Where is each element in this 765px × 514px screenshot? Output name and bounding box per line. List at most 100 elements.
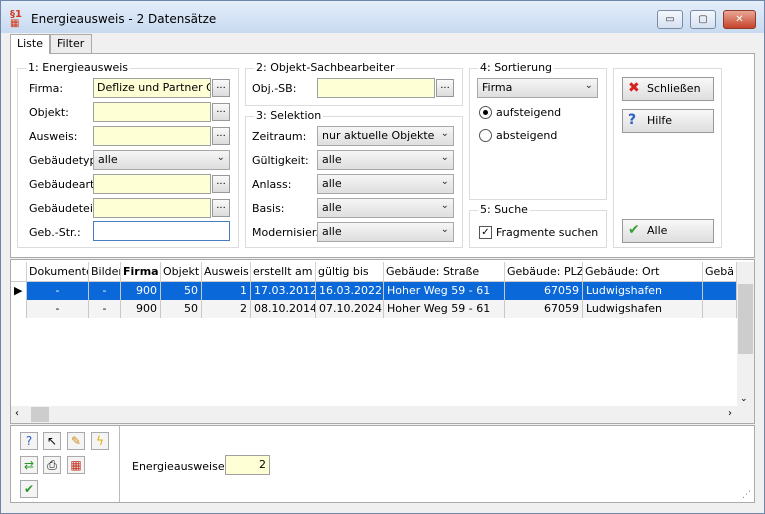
scroll-left-icon[interactable]: ‹ [15,408,19,419]
cell-objekt: 50 [161,282,202,300]
header-objekt[interactable]: Objekt [161,262,202,282]
basis-select[interactable]: alle ⌄ [317,198,454,218]
chevron-down-icon: ⌄ [216,152,225,163]
gebaeudetyp-select[interactable]: alle ⌄ [93,150,230,170]
header-erstellt-am[interactable]: erstellt am [251,262,316,282]
modernisierung-select[interactable]: alle ⌄ [317,222,454,242]
header-bilder[interactable]: Bilder [89,262,121,282]
cell-gueltig: 16.03.2022 [316,282,384,300]
label-gueltigkeit: Gültigkeit: [252,154,309,167]
help-icon[interactable]: ? [20,432,38,450]
chevron-down-icon: ⌄ [440,152,449,163]
radio-aufsteigend[interactable] [479,106,492,119]
gebaeudeteil-lookup-button[interactable]: ... [212,199,230,217]
count-label: Energieausweise: [132,460,229,473]
chevron-down-icon: ⌄ [440,200,449,211]
horizontal-scrollbar[interactable]: ‹ › [11,406,754,423]
bottom-panel: ? ↖ ✎ ϟ ⇄ ⎙ ▦ ✔ Energieausweise: 2 ⋰ [10,425,755,503]
fragmente-checkbox[interactable]: ✓ [479,226,492,239]
objekt-field[interactable] [93,102,211,122]
group-suche-legend: 5: Suche [478,203,530,216]
sortierung-value: Firma [482,81,513,94]
ausweis-field[interactable] [93,126,211,146]
resize-grip-icon[interactable]: ⋰ [742,490,751,500]
cell-erstellt: 08.10.2014 [251,300,316,318]
cell-ausweis: 2 [202,300,251,318]
gueltigkeit-select[interactable]: alle ⌄ [317,150,454,170]
hilfe-button[interactable]: ? Hilfe [622,109,714,133]
firma-field[interactable]: Deflize und Partner Gml [93,78,211,98]
header-gueltig-bis[interactable]: gültig bis [316,262,384,282]
table-row[interactable]: ▶ - - 900 50 1 17.03.2012 16.03.2022 Hoh… [11,282,737,300]
row-pointer-icon: ▶ [11,282,27,300]
cell-bilder: - [89,300,121,318]
check-icon[interactable]: ✔ [20,480,38,498]
cell-more [703,282,737,300]
schliessen-button[interactable]: ✖ Schließen [622,77,714,101]
radio-absteigend[interactable] [479,129,492,142]
header-ort[interactable]: Gebäude: Ort [583,262,703,282]
tab-filter[interactable]: Filter [50,34,92,53]
header-strasse[interactable]: Gebäude: Straße [384,262,505,282]
tab-liste[interactable]: Liste [10,34,50,54]
table-row[interactable]: - - 900 50 2 08.10.2014 07.10.2024 Hoher… [11,300,737,318]
gebaeudeteil-field[interactable] [93,198,211,218]
chevron-down-icon: ⌄ [440,128,449,139]
cell-plz: 67059 [505,300,583,318]
firma-lookup-button[interactable]: ... [212,79,230,97]
objekt-lookup-button[interactable]: ... [212,103,230,121]
header-plz[interactable]: Gebäude: PLZ [505,262,583,282]
label-modernisierung: Modernisier.: [252,226,323,239]
count-field: 2 [225,455,270,475]
pointer-icon[interactable]: ↖ [43,432,61,450]
label-gebstr: Geb.-Str.: [29,226,81,239]
scroll-down-icon[interactable]: ⌄ [740,394,748,404]
hilfe-label: Hilfe [647,114,673,127]
obj-sb-lookup-button[interactable]: ... [436,79,454,97]
gebstr-input[interactable] [93,221,230,241]
ausweis-lookup-button[interactable]: ... [212,127,230,145]
vertical-scroll-thumb[interactable] [738,284,753,354]
header-dokumente[interactable]: Dokumente [27,262,89,282]
cell-strasse: Hoher Weg 59 - 61 [384,282,505,300]
cell-dokumente: - [27,300,89,318]
obj-sb-field[interactable] [317,78,435,98]
gebaeudeart-field[interactable] [93,174,211,194]
anlass-value: alle [322,177,342,190]
app-icon: §1 ▦ [10,9,22,29]
lightning-icon[interactable]: ϟ [91,432,109,450]
pencil-icon[interactable]: ✎ [67,432,85,450]
label-gebaeudeart: Gebäudeart: [29,178,99,191]
scroll-right-icon[interactable]: › [728,408,732,419]
gueltigkeit-value: alle [322,153,342,166]
label-absteigend: absteigend [496,129,558,142]
filter-panel: 1: Energieausweis Firma: Deflize und Par… [10,53,755,258]
label-ausweis: Ausweis: [29,130,78,143]
basis-value: alle [322,201,342,214]
gebaeudetyp-value: alle [98,153,118,166]
alle-button[interactable]: ✔ Alle [622,219,714,243]
label-firma: Firma: [29,82,64,95]
chevron-down-icon: ⌄ [440,224,449,235]
anlass-select[interactable]: alle ⌄ [317,174,454,194]
cell-strasse: Hoher Weg 59 - 61 [384,300,505,318]
header-ausweis[interactable]: Ausweis [202,262,251,282]
horizontal-scroll-thumb[interactable] [31,407,49,422]
cell-gueltig: 07.10.2024 [316,300,384,318]
zeitraum-select[interactable]: nur aktuelle Objekte ⌄ [317,126,454,146]
gebaeudeart-lookup-button[interactable]: ... [212,175,230,193]
refresh-icon[interactable]: ⇄ [20,456,38,474]
header-firma[interactable]: Firma [121,262,161,282]
header-gebaeude-more[interactable]: Gebä [703,262,737,282]
vertical-scrollbar[interactable]: ⌄ [737,262,754,406]
grid-icon[interactable]: ▦ [67,456,85,474]
sortierung-select[interactable]: Firma ⌄ [477,78,598,98]
label-anlass: Anlass: [252,178,292,191]
alle-label: Alle [647,224,668,237]
grid-corner [11,262,27,282]
group-objekt-sb-legend: 2: Objekt-Sachbearbeiter [254,61,397,74]
maximize-button[interactable]: ▢ [690,10,716,29]
close-window-button[interactable]: ✕ [723,10,756,29]
minimize-button[interactable]: ▭ [657,10,683,29]
print-icon[interactable]: ⎙ [43,456,61,474]
